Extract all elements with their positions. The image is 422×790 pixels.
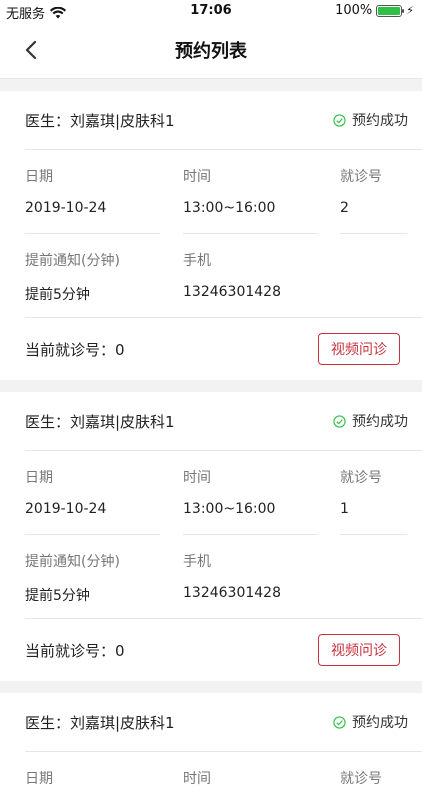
info-row-1: 日期 时间 就诊号 <box>0 752 422 790</box>
notify-label: 提前通知(分钟) <box>25 554 120 570</box>
phone-label: 手机 <box>183 253 211 269</box>
card-header: 医生：刘嘉琪|皮肤科1 预约成功 <box>25 392 422 451</box>
number-value: 1 <box>340 489 407 535</box>
card-footer: 当前就诊号：0 视频问诊 <box>0 619 422 681</box>
video-consult-button[interactable]: 视频问诊 <box>318 333 400 365</box>
nav-bar: 预约列表 <box>0 22 422 79</box>
status-badge: 预约成功 <box>333 110 408 130</box>
appointment-card: 医生：刘嘉琪|皮肤科1 预约成功 日期 时间 就诊号 <box>0 693 422 790</box>
status-text: 预约成功 <box>352 414 408 430</box>
status-right: 100% ⚡ <box>335 3 414 18</box>
battery-icon <box>376 4 405 17</box>
check-circle-icon <box>333 715 346 729</box>
time-value: 13:00~16:00 <box>183 489 318 535</box>
current-number-label: 当前就诊号： <box>25 340 116 359</box>
status-bar: 无服务 17:06 100% ⚡ <box>0 0 422 22</box>
status-text: 预约成功 <box>352 715 408 731</box>
notify-label: 提前通知(分钟) <box>25 253 120 269</box>
current-number-value: 0 <box>115 641 125 660</box>
doctor-info: 医生：刘嘉琪|皮肤科1 <box>25 412 175 431</box>
info-row-1: 日期 2019-10-24 时间 13:00~16:00 就诊号 2 <box>0 150 422 234</box>
info-row-2: 提前通知(分钟) 提前5分钟 手机 13246301428 <box>25 535 422 619</box>
appointment-list: 医生：刘嘉琪|皮肤科1 预约成功 日期 2019-10-24 时间 13:00~… <box>0 91 422 790</box>
card-header: 医生：刘嘉琪|皮肤科1 预约成功 <box>25 91 422 150</box>
date-label: 日期 <box>25 470 53 486</box>
appointment-card: 医生：刘嘉琪|皮肤科1 预约成功 日期 2019-10-24 时间 13:00~… <box>0 392 422 681</box>
number-label: 就诊号 <box>340 169 382 185</box>
card-footer: 当前就诊号：0 视频问诊 <box>0 318 422 380</box>
time-value: 13:00~16:00 <box>183 188 318 234</box>
date-label: 日期 <box>25 771 53 787</box>
date-label: 日期 <box>25 169 53 185</box>
doctor-info: 医生：刘嘉琪|皮肤科1 <box>25 111 175 130</box>
number-value: 2 <box>340 188 407 234</box>
info-row-2: 提前通知(分钟) 提前5分钟 手机 13246301428 <box>25 234 422 318</box>
check-circle-icon <box>333 113 346 127</box>
notify-value: 提前5分钟 <box>25 588 90 604</box>
status-text: 预约成功 <box>352 113 408 129</box>
current-number: 当前就诊号：0 <box>25 640 125 661</box>
check-circle-icon <box>333 414 346 428</box>
time-label: 时间 <box>183 771 211 787</box>
info-row-1: 日期 2019-10-24 时间 13:00~16:00 就诊号 1 <box>0 451 422 535</box>
battery-text: 100% <box>335 3 373 18</box>
current-number: 当前就诊号：0 <box>25 339 125 360</box>
phone-label: 手机 <box>183 554 211 570</box>
notify-value: 提前5分钟 <box>25 287 90 303</box>
phone-value: 13246301428 <box>183 284 281 300</box>
appointment-card: 医生：刘嘉琪|皮肤科1 预约成功 日期 2019-10-24 时间 13:00~… <box>0 91 422 380</box>
page-title: 预约列表 <box>175 41 247 62</box>
card-header: 医生：刘嘉琪|皮肤科1 预约成功 <box>25 693 422 752</box>
date-value: 2019-10-24 <box>25 188 160 234</box>
date-value: 2019-10-24 <box>25 489 160 535</box>
status-badge: 预约成功 <box>333 712 408 732</box>
current-number-label: 当前就诊号： <box>25 641 116 660</box>
charging-bolt-icon: ⚡ <box>406 4 414 17</box>
number-label: 就诊号 <box>340 771 382 787</box>
video-consult-button[interactable]: 视频问诊 <box>318 634 400 666</box>
time-label: 时间 <box>183 169 211 185</box>
number-label: 就诊号 <box>340 470 382 486</box>
doctor-info: 医生：刘嘉琪|皮肤科1 <box>25 713 175 732</box>
current-number-value: 0 <box>115 340 125 359</box>
phone-value: 13246301428 <box>183 585 281 601</box>
status-badge: 预约成功 <box>333 411 408 431</box>
time-label: 时间 <box>183 470 211 486</box>
